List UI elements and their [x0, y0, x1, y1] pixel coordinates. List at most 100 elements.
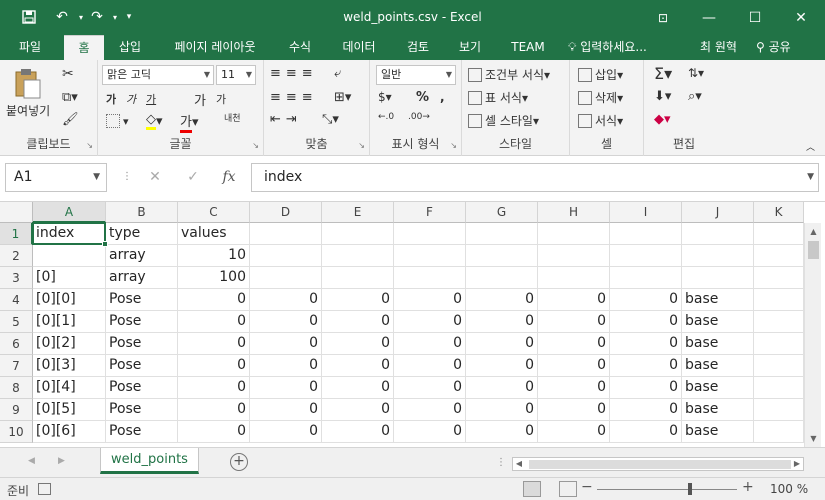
cell-k9[interactable] — [754, 399, 804, 421]
add-sheet-icon[interactable]: + — [230, 453, 248, 471]
cell-j4[interactable]: base — [682, 289, 754, 311]
cell-b6[interactable]: Pose — [106, 333, 178, 355]
collapse-ribbon-icon[interactable]: ︿ — [806, 140, 815, 153]
cell-g10[interactable]: 0 — [466, 421, 538, 443]
alignment-launcher-icon[interactable]: ↘ — [358, 141, 365, 150]
border-icon[interactable]: ▾ — [106, 114, 129, 128]
cell-d8[interactable]: 0 — [250, 377, 322, 399]
tab-formulas[interactable]: 수식 — [280, 35, 320, 60]
cell-i3[interactable] — [610, 267, 682, 289]
cell-e7[interactable]: 0 — [322, 355, 394, 377]
tab-review[interactable]: 검토 — [398, 35, 438, 60]
cell-h10[interactable]: 0 — [538, 421, 610, 443]
cell-c9[interactable]: 0 — [178, 399, 250, 421]
tab-team[interactable]: TEAM — [504, 35, 552, 60]
next-sheet-icon[interactable]: ▶ — [58, 456, 65, 466]
cell-f9[interactable]: 0 — [394, 399, 466, 421]
cell-a8[interactable]: [0][4] — [33, 377, 106, 399]
zoom-slider-thumb[interactable] — [688, 483, 692, 495]
wrap-text-icon[interactable]: ⤶ — [334, 66, 341, 81]
column-header-i[interactable]: I — [610, 202, 682, 223]
tab-file[interactable]: 파일 — [8, 35, 52, 60]
cell-c7[interactable]: 0 — [178, 355, 250, 377]
cell-i7[interactable]: 0 — [610, 355, 682, 377]
font-name-select[interactable]: 맑은 고딕 ▼ — [102, 65, 214, 85]
conditional-format-button[interactable]: 조건부 서식 ▾ — [468, 66, 550, 83]
copy-icon[interactable]: ⧉▾ — [62, 90, 78, 105]
sheet-splitter-icon[interactable]: ⋮ — [496, 457, 506, 468]
cell-g2[interactable] — [466, 245, 538, 267]
cell-c10[interactable]: 0 — [178, 421, 250, 443]
cell-a7[interactable]: [0][3] — [33, 355, 106, 377]
vertical-scroll-thumb[interactable] — [808, 241, 819, 259]
sheet-tab-weld-points[interactable]: weld_points — [100, 448, 199, 474]
normal-view-icon[interactable] — [523, 481, 541, 497]
cell-k2[interactable] — [754, 245, 804, 267]
tell-me-box[interactable]: 💡︎ 입력하세요... — [568, 35, 647, 60]
row-header[interactable]: 5 — [0, 311, 33, 333]
cell-a10[interactable]: [0][6] — [33, 421, 106, 443]
cell-k1[interactable] — [754, 223, 804, 245]
tab-home[interactable]: 홈 — [64, 35, 104, 60]
scroll-down-icon[interactable]: ▼ — [805, 430, 822, 447]
cell-c3[interactable]: 100 — [178, 267, 250, 289]
cell-g9[interactable]: 0 — [466, 399, 538, 421]
close-icon[interactable]: ✕ — [778, 0, 824, 35]
zoom-level[interactable]: 100 % — [770, 482, 808, 496]
cell-g1[interactable] — [466, 223, 538, 245]
cell-g7[interactable]: 0 — [466, 355, 538, 377]
zoom-slider[interactable] — [597, 489, 737, 490]
cell-i6[interactable]: 0 — [610, 333, 682, 355]
cell-a5[interactable]: [0][1] — [33, 311, 106, 333]
cell-a4[interactable]: [0][0] — [33, 289, 106, 311]
tab-page-layout[interactable]: 페이지 레이아웃 — [164, 35, 266, 60]
cell-j9[interactable]: base — [682, 399, 754, 421]
cell-d6[interactable]: 0 — [250, 333, 322, 355]
tab-insert[interactable]: 삽입 — [110, 35, 150, 60]
name-box[interactable]: A1 ▼ — [5, 163, 107, 192]
zoom-out-icon[interactable]: − — [581, 479, 593, 495]
cell-k10[interactable] — [754, 421, 804, 443]
insert-function-icon[interactable]: fx — [218, 166, 240, 188]
format-cells-button[interactable]: 서식 ▾ — [578, 112, 623, 129]
column-header-c[interactable]: C — [178, 202, 250, 223]
decrease-decimal-icon[interactable]: .00→ — [408, 112, 430, 122]
cell-h5[interactable]: 0 — [538, 311, 610, 333]
cut-icon[interactable]: ✂ — [62, 66, 74, 82]
column-header-h[interactable]: H — [538, 202, 610, 223]
row-header[interactable]: 3 — [0, 267, 33, 289]
font-launcher-icon[interactable]: ↘ — [252, 141, 259, 150]
cell-b4[interactable]: Pose — [106, 289, 178, 311]
cell-a2[interactable] — [33, 245, 106, 267]
cell-c8[interactable]: 0 — [178, 377, 250, 399]
column-header-k[interactable]: K — [754, 202, 804, 223]
phonetic-button[interactable]: 내천 — [224, 111, 241, 124]
orientation-icon[interactable]: ⤡▾ — [322, 112, 339, 127]
column-header-a[interactable]: A — [33, 202, 106, 223]
cell-a9[interactable]: [0][5] — [33, 399, 106, 421]
cell-c4[interactable]: 0 — [178, 289, 250, 311]
comma-icon[interactable]: , — [440, 90, 445, 104]
cell-g6[interactable]: 0 — [466, 333, 538, 355]
cell-j1[interactable] — [682, 223, 754, 245]
cell-e2[interactable] — [322, 245, 394, 267]
cell-e6[interactable]: 0 — [322, 333, 394, 355]
cell-b9[interactable]: Pose — [106, 399, 178, 421]
insert-cells-button[interactable]: 삽입 ▾ — [578, 66, 623, 83]
indent-icons[interactable]: ⇤⇥ — [270, 112, 302, 127]
row-header[interactable]: 1 — [0, 223, 33, 245]
cell-k8[interactable] — [754, 377, 804, 399]
cell-i4[interactable]: 0 — [610, 289, 682, 311]
cell-k4[interactable] — [754, 289, 804, 311]
horizontal-scroll-thumb[interactable] — [529, 460, 791, 469]
cell-b10[interactable]: Pose — [106, 421, 178, 443]
column-header-j[interactable]: J — [682, 202, 754, 223]
vertical-scrollbar[interactable]: ▲ ▼ — [804, 223, 821, 447]
cell-f8[interactable]: 0 — [394, 377, 466, 399]
cell-g3[interactable] — [466, 267, 538, 289]
cell-k7[interactable] — [754, 355, 804, 377]
tab-view[interactable]: 보기 — [450, 35, 490, 60]
number-format-select[interactable]: 일반 ▼ — [376, 65, 456, 85]
autosum-icon[interactable]: Σ▾ — [654, 64, 672, 83]
shrink-font-button[interactable]: 가 — [216, 91, 226, 107]
